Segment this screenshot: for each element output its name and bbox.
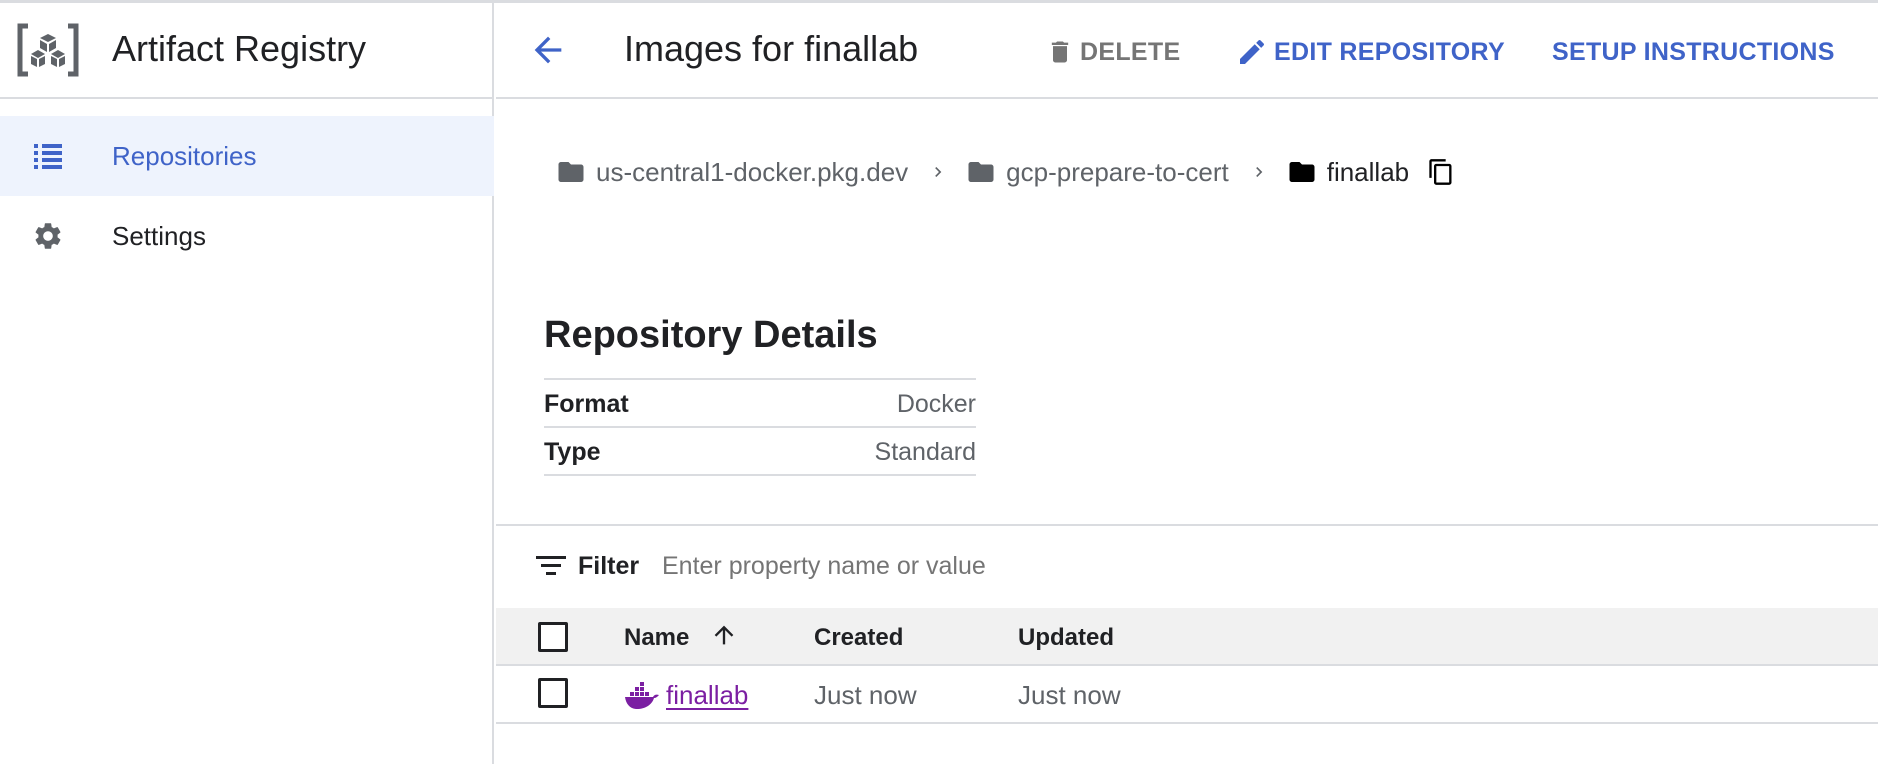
column-header-created[interactable]: Created [814,624,903,652]
created-cell: Just now [814,680,917,710]
breadcrumb-label: us-central1-docker.pkg.dev [596,156,909,187]
folder-icon [1289,162,1315,182]
details-key: Type [544,438,601,466]
images-table-header: Name Created Updated [496,608,1878,666]
app-title: Artifact Registry [112,28,367,69]
list-icon [34,144,62,169]
back-arrow-icon[interactable] [528,28,568,72]
sidebar-item-settings[interactable]: Settings [0,196,494,276]
trash-icon [1051,41,1069,63]
copy-icon[interactable] [1427,157,1455,187]
breadcrumb: us-central1-docker.pkg.dev gcp-prepare-t… [556,152,1455,192]
details-row-format: Format Docker [544,380,976,428]
delete-button[interactable]: DELETE [1046,32,1180,72]
details-value: Docker [896,390,976,418]
table-row: finallab Just now Just now [496,666,1878,724]
page-title: Images for finallab [624,28,919,69]
details-value: Standard [874,438,976,466]
filter-bar: Filter [496,524,1878,608]
docker-icon [625,681,659,709]
image-name-label: finallab [666,680,749,710]
image-name-link[interactable]: finallab [624,680,748,711]
folder-icon [558,162,584,182]
breadcrumb-item-project[interactable]: gcp-prepare-to-cert [966,157,1229,188]
sidebar-item-label: Repositories [112,141,257,171]
row-checkbox[interactable] [538,678,568,708]
breadcrumb-item-host[interactable]: us-central1-docker.pkg.dev [556,157,908,188]
filter-label: Filter [578,552,640,580]
select-all-checkbox[interactable] [538,622,568,652]
table-empty-area [496,724,1878,764]
folder-icon [968,162,994,182]
sidebar-item-repositories[interactable]: Repositories [0,116,494,196]
artifact-registry-logo-icon [17,23,79,77]
details-row-type: Type Standard [544,428,976,476]
breadcrumb-item-repository: finallab [1287,157,1409,188]
setup-instructions-label: SETUP INSTRUCTIONS [1552,37,1835,66]
repository-details-title: Repository Details [544,314,878,356]
sidebar-item-label: Settings [112,221,206,251]
sidebar-header: Artifact Registry [0,0,494,99]
details-key: Format [544,390,629,418]
breadcrumb-label: gcp-prepare-to-cert [1006,156,1229,187]
sidebar: Artifact Registry Repositories Settings [0,0,494,764]
chevron-right-icon [928,160,948,184]
sort-ascending-arrow-icon[interactable] [710,620,738,650]
delete-button-label: DELETE [1080,37,1181,66]
edit-repository-label: EDIT REPOSITORY [1274,37,1505,66]
setup-instructions-button[interactable]: SETUP INSTRUCTIONS [1552,32,1835,72]
filter-input[interactable] [662,546,1362,586]
filter-icon[interactable] [536,554,566,578]
updated-cell: Just now [1018,680,1121,710]
column-header-name[interactable]: Name [624,624,689,652]
page-header: Images for finallab DELETE EDIT REPOSITO… [496,0,1878,99]
breadcrumb-label: finallab [1326,156,1410,187]
column-header-updated[interactable]: Updated [1018,624,1114,652]
pencil-icon [1240,39,1265,64]
repository-details-table: Format Docker Type Standard [544,378,976,476]
gear-icon [35,223,61,249]
chevron-right-icon [1249,160,1269,184]
edit-repository-button[interactable]: EDIT REPOSITORY [1236,32,1505,72]
